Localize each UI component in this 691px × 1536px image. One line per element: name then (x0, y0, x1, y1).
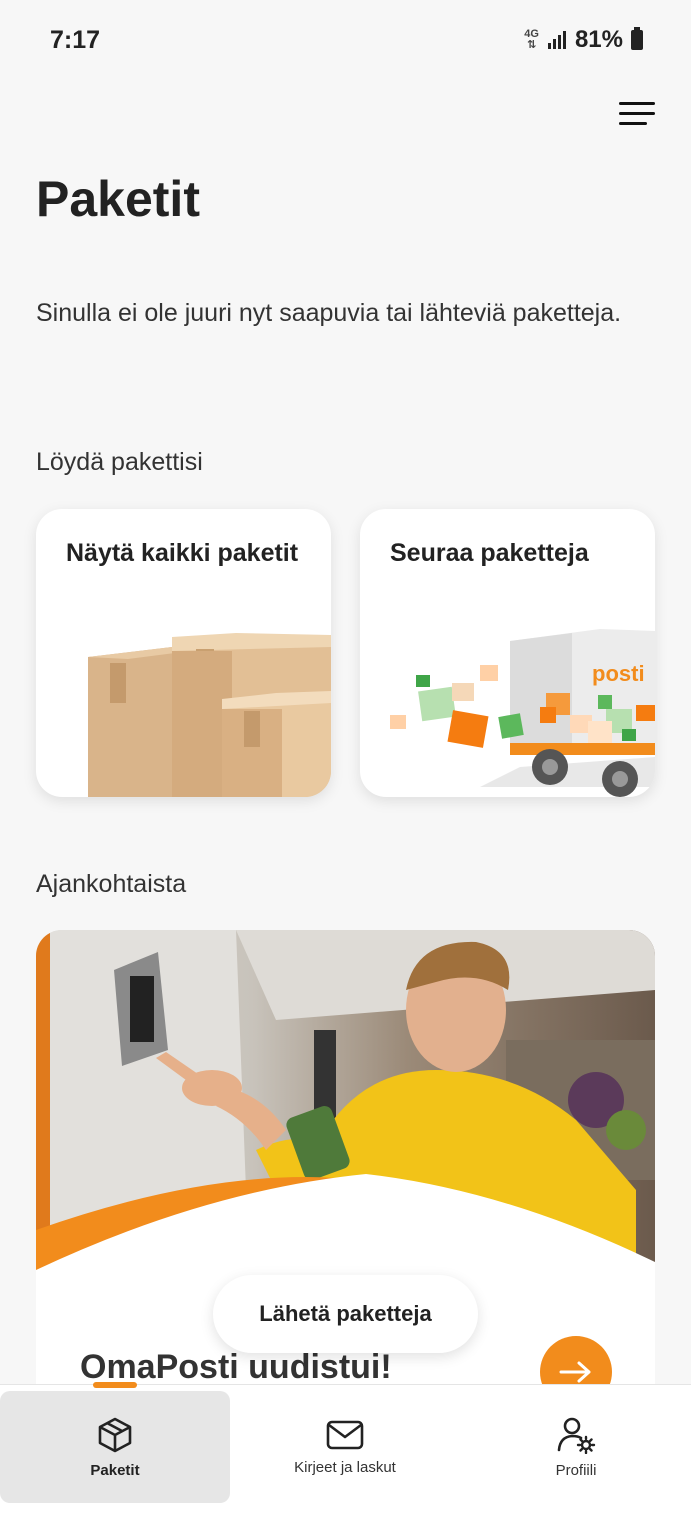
nav-item-profile[interactable]: Profiili (461, 1391, 691, 1503)
card-title: Seuraa paketteja (390, 539, 589, 567)
card-title: Näytä kaikki paketit (66, 539, 299, 567)
empty-state-text: Sinulla ei ole juuri nyt saapuvia tai lä… (36, 299, 622, 327)
send-packages-button[interactable]: Lähetä paketteja (213, 1275, 478, 1353)
delivery-truck-illustration: posti (390, 629, 655, 797)
signal-icon (547, 31, 566, 49)
package-icon (98, 1417, 132, 1452)
hamburger-menu-icon[interactable] (617, 98, 657, 130)
battery-percent: 81% (574, 26, 623, 53)
bottom-nav: Paketit Kirjeet ja laskut Profiili (0, 1384, 691, 1536)
active-tab-indicator (93, 1382, 137, 1388)
arrow-right-icon (559, 1361, 591, 1383)
data-arrows-icon: ⇅ (527, 39, 537, 51)
nav-item-letters[interactable]: Kirjeet ja laskut (230, 1391, 460, 1503)
nav-label: Profiili (555, 1461, 597, 1479)
show-all-packages-card[interactable]: Näytä kaikki paketit (36, 509, 331, 797)
posti-logo: posti (592, 661, 645, 686)
page-title: Paketit (36, 171, 200, 227)
profile-settings-icon (557, 1417, 596, 1454)
track-packages-card[interactable]: Seuraa paketteja posti (360, 509, 655, 797)
envelope-icon (326, 1420, 364, 1449)
news-photo (36, 930, 655, 1280)
status-icons: 4G ⇅ 81% (524, 26, 643, 54)
nav-label: Paketit (90, 1461, 140, 1479)
battery-icon (631, 27, 643, 50)
status-time: 7:17 (50, 25, 101, 54)
nav-label: Kirjeet ja laskut (294, 1458, 396, 1476)
find-packages-heading: Löydä pakettisi (36, 448, 203, 476)
news-heading: Ajankohtaista (36, 870, 187, 898)
boxes-illustration (88, 633, 331, 797)
nav-item-packages[interactable]: Paketit (0, 1391, 230, 1503)
status-bar: 7:17 4G ⇅ 81% (0, 0, 691, 80)
network-indicator: 4G ⇅ (524, 29, 539, 51)
